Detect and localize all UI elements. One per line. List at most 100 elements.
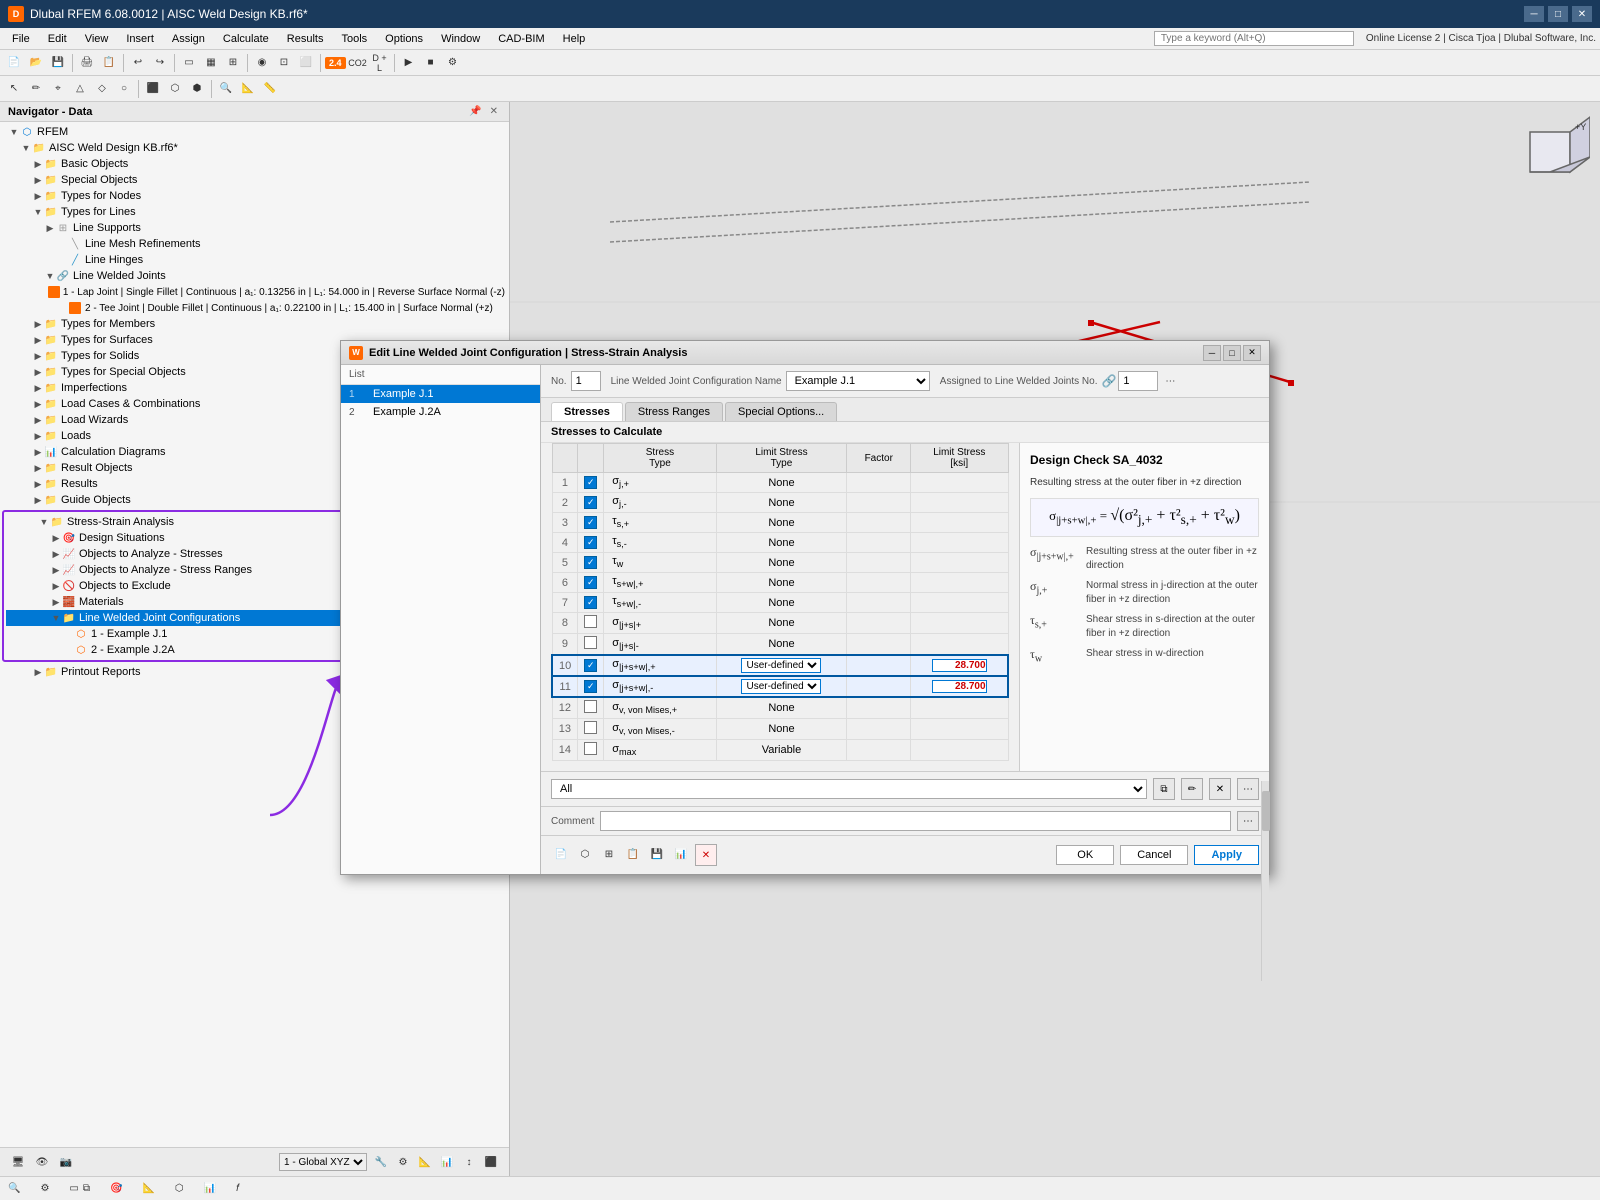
view3-button[interactable]: ⬜ <box>296 53 316 73</box>
row-9-check[interactable] <box>578 634 604 656</box>
tree-item-types-nodes[interactable]: ▶ 📁 Types for Nodes <box>0 188 509 204</box>
tree-item-project[interactable]: ▼ 📁 AISC Weld Design KB.rf6* <box>0 140 509 156</box>
tree-item-types-lines[interactable]: ▼ 📁 Types for Lines <box>0 204 509 220</box>
expand-tsp[interactable]: ▶ <box>32 367 44 378</box>
print-button[interactable]: 🖨 <box>77 53 97 73</box>
footer-tool-2[interactable]: ⬡ <box>575 844 595 864</box>
view2-button[interactable]: ⊡ <box>274 53 294 73</box>
expand-lw[interactable]: ▶ <box>32 415 44 426</box>
copy-all-button[interactable]: ⧉ <box>1153 778 1175 800</box>
tab-stresses[interactable]: Stresses <box>551 402 623 421</box>
co2-button[interactable]: CO2 <box>348 53 368 73</box>
open-button[interactable]: 📂 <box>26 53 46 73</box>
tool22-button[interactable]: ✏ <box>26 79 46 99</box>
expand-lm[interactable] <box>56 239 68 249</box>
checkbox-8[interactable] <box>584 615 597 628</box>
name-dropdown[interactable]: Example J.1 <box>786 371 930 391</box>
checkbox-1[interactable] <box>584 476 597 489</box>
nav-bottom-3[interactable]: 📷 <box>56 1152 76 1172</box>
checkbox-11[interactable] <box>584 680 597 693</box>
expand-res[interactable]: ▶ <box>32 479 44 490</box>
maximize-button[interactable]: □ <box>1548 6 1568 22</box>
row-5-check[interactable] <box>578 553 604 573</box>
expand-project[interactable]: ▼ <box>20 143 32 153</box>
new-button[interactable]: 📄 <box>4 53 24 73</box>
global-xyz-select[interactable]: 1 - Global XYZ <box>279 1153 367 1171</box>
row-7-check[interactable] <box>578 593 604 613</box>
select2-button[interactable]: ▦ <box>201 53 221 73</box>
dialog-maximize-button[interactable]: □ <box>1223 345 1241 361</box>
checkbox-3[interactable] <box>584 516 597 529</box>
tool29-button[interactable]: ⬢ <box>187 79 207 99</box>
expand-osr[interactable]: ▶ <box>50 565 62 576</box>
checkbox-5[interactable] <box>584 556 597 569</box>
tree-item-line-welded[interactable]: ▼ 🔗 Line Welded Joints <box>0 268 509 284</box>
stop-button[interactable]: ■ <box>421 53 441 73</box>
row-4-check[interactable] <box>578 533 604 553</box>
tool23-button[interactable]: ⌖ <box>48 79 68 99</box>
select-button[interactable]: ▭ <box>179 53 199 73</box>
apply-button[interactable]: Apply <box>1194 845 1259 865</box>
more-button[interactable]: ⋯ <box>1237 778 1259 800</box>
expand-types-nodes[interactable]: ▶ <box>32 191 44 202</box>
expand-os[interactable]: ▶ <box>50 549 62 560</box>
checkbox-6[interactable] <box>584 576 597 589</box>
move-button[interactable]: ⊞ <box>223 53 243 73</box>
tool25-button[interactable]: ◇ <box>92 79 112 99</box>
footer-tool-1[interactable]: 📄 <box>551 844 571 864</box>
redo-button[interactable]: ↪ <box>150 53 170 73</box>
menu-window[interactable]: Window <box>433 31 488 47</box>
expand-ro[interactable]: ▶ <box>32 463 44 474</box>
expand-basic[interactable]: ▶ <box>32 159 44 170</box>
expand-ds[interactable]: ▶ <box>50 533 62 544</box>
footer-delete-button[interactable]: ✕ <box>695 844 717 866</box>
expand-lo[interactable]: ▶ <box>32 431 44 442</box>
row-11-limit-select[interactable]: User-defined <box>741 679 821 694</box>
assigned-input[interactable] <box>1118 371 1158 391</box>
row-10-val-input[interactable] <box>932 659 987 672</box>
save-button[interactable]: 💾 <box>48 53 68 73</box>
checkbox-4[interactable] <box>584 536 597 549</box>
no-input[interactable] <box>571 371 601 391</box>
list-item-1[interactable]: 1 Example J.1 <box>341 385 540 403</box>
nav-bottom-2[interactable]: 👁 <box>32 1152 52 1172</box>
expand-ls[interactable]: ▶ <box>44 223 56 234</box>
menu-edit[interactable]: Edit <box>40 31 75 47</box>
nav-bottom-9[interactable]: ⬛ <box>481 1152 501 1172</box>
row-14-check[interactable] <box>578 740 604 761</box>
nav-close-button[interactable]: ✕ <box>487 105 501 118</box>
checkbox-2[interactable] <box>584 496 597 509</box>
row-10-check[interactable] <box>578 655 604 676</box>
row-1-check[interactable] <box>578 473 604 493</box>
menu-options[interactable]: Options <box>377 31 431 47</box>
menu-view[interactable]: View <box>77 31 117 47</box>
minimize-button[interactable]: ─ <box>1524 6 1544 22</box>
nav-pin-button[interactable]: 📌 <box>466 105 484 118</box>
tab-special-options[interactable]: Special Options... <box>725 402 837 421</box>
menu-file[interactable]: File <box>4 31 38 47</box>
close-button[interactable]: ✕ <box>1572 6 1592 22</box>
menu-cadbim[interactable]: CAD-BIM <box>490 31 552 47</box>
filter-dropdown[interactable]: All <box>551 779 1147 799</box>
menu-assign[interactable]: Assign <box>164 31 213 47</box>
row-10-limit-type[interactable]: User-defined <box>716 655 847 676</box>
expand-lwj[interactable]: ▼ <box>44 271 56 281</box>
tree-item-types-members[interactable]: ▶ 📁 Types for Members <box>0 316 509 332</box>
footer-tool-3[interactable]: ⊞ <box>599 844 619 864</box>
dialog-minimize-button[interactable]: ─ <box>1203 345 1221 361</box>
row-8-check[interactable] <box>578 613 604 634</box>
expand-oe[interactable]: ▶ <box>50 581 62 592</box>
row-10-limit-select[interactable]: User-defined <box>741 658 821 673</box>
expand-ts[interactable]: ▶ <box>32 335 44 346</box>
row-12-check[interactable] <box>578 697 604 719</box>
expand-lwjc[interactable]: ▼ <box>50 613 62 623</box>
copy-button[interactable]: 📋 <box>99 53 119 73</box>
menu-insert[interactable]: Insert <box>118 31 162 47</box>
calc3-button[interactable]: ⚙ <box>443 53 463 73</box>
tool24-button[interactable]: △ <box>70 79 90 99</box>
tree-item-line-mesh[interactable]: ╲ Line Mesh Refinements <box>0 236 509 252</box>
row-13-check[interactable] <box>578 719 604 740</box>
delete-button[interactable]: ✕ <box>1209 778 1231 800</box>
checkbox-7[interactable] <box>584 596 597 609</box>
comment-input[interactable] <box>600 811 1231 831</box>
